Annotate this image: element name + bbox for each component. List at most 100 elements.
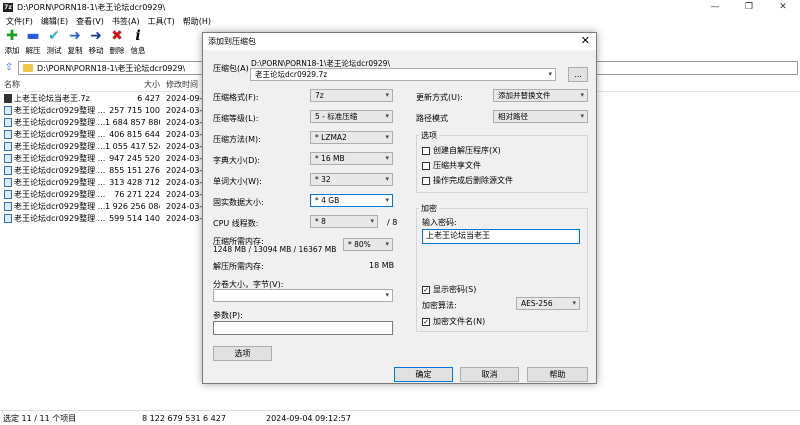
archive-name-value: 老王论坛dcr0929.7z	[255, 70, 328, 79]
dialog-close-icon[interactable]: ✕	[581, 34, 590, 47]
minimize-button[interactable]: —	[698, 0, 732, 14]
threads-select[interactable]: * 8 ▾	[310, 215, 378, 228]
menu-bookmarks[interactable]: 书签(A)	[108, 16, 144, 27]
file-icon	[4, 177, 12, 187]
update-mode-select[interactable]: 添加并替换文件 ▾	[493, 89, 588, 102]
folder-icon	[23, 64, 33, 72]
info-button[interactable]: i 信息	[128, 28, 148, 58]
options-button[interactable]: 选项	[213, 346, 272, 361]
move-button[interactable]: ➜ 移动	[86, 28, 106, 58]
file-name: 老王论坛dcr0929整理 ...	[14, 153, 105, 163]
chevron-down-icon: ▾	[385, 240, 389, 248]
method-select[interactable]: * LZMA2 ▾	[310, 131, 393, 144]
format-select[interactable]: 7z ▾	[310, 89, 393, 102]
split-size-combo[interactable]: ▾	[213, 289, 393, 302]
cancel-button[interactable]: 取消	[460, 367, 519, 382]
dict-select[interactable]: * 16 MB ▾	[310, 152, 393, 165]
archive-file-icon	[4, 93, 12, 103]
chevron-down-icon: ▾	[572, 299, 576, 307]
file-icon	[4, 201, 12, 211]
close-button[interactable]: ✕	[766, 0, 800, 14]
file-size: 1 926 256 084	[105, 201, 160, 211]
word-value: * 32	[315, 175, 331, 184]
chevron-down-icon: ▾	[385, 112, 389, 120]
help-button[interactable]: 帮助	[527, 367, 588, 382]
encryption-method-select[interactable]: AES-256 ▾	[516, 297, 580, 310]
copy-button[interactable]: ➜ 复制	[65, 28, 85, 58]
chevron-down-icon: ▾	[385, 175, 389, 183]
file-icon	[4, 213, 12, 223]
decomp-memory-value: 18 MB	[369, 261, 395, 270]
window-title: D:\PORN\PORN18-1\老王论坛dcr0929\	[17, 2, 166, 12]
menu-tools[interactable]: 工具(T)	[144, 16, 179, 27]
header-name[interactable]: 名称	[0, 79, 105, 90]
file-icon	[4, 153, 12, 163]
password-input[interactable]: 上老王论坛当老王	[422, 229, 580, 244]
info-icon: i	[135, 28, 141, 44]
password-value: 上老王论坛当老王	[426, 231, 490, 240]
menu-edit[interactable]: 编辑(E)	[37, 16, 72, 27]
file-icon	[4, 117, 12, 127]
ok-button[interactable]: 确定	[394, 367, 453, 382]
shared-files-checkbox[interactable]: 压缩共享文件	[422, 160, 481, 171]
word-select[interactable]: * 32 ▾	[310, 173, 393, 186]
move-icon: ➜	[90, 28, 102, 44]
options-group-title: 选项	[419, 130, 439, 141]
path-mode-select[interactable]: 相对路径 ▾	[493, 110, 588, 123]
memory-percent-select[interactable]: * 80% ▾	[343, 238, 393, 251]
params-input[interactable]	[213, 321, 393, 335]
file-size: 406 815 644	[109, 129, 160, 139]
create-sfx-label: 创建自解压程序(X)	[433, 146, 501, 155]
params-label: 参数(P):	[213, 311, 243, 320]
file-name: 老王论坛dcr0929整理 ...	[14, 141, 105, 151]
delete-button[interactable]: ✖ 删除	[107, 28, 127, 58]
solid-value: * 4 GB	[315, 196, 340, 205]
delete-after-checkbox[interactable]: 操作完成后删除源文件	[422, 175, 513, 186]
address-text: D:\PORN\PORN18-1\老王论坛dcr0929\	[37, 63, 186, 73]
file-size: 855 151 276	[109, 165, 160, 175]
level-select[interactable]: 5 - 标准压缩 ▾	[310, 110, 393, 123]
file-name: 老王论坛dcr0929整理 ...	[14, 201, 105, 211]
delete-icon: ✖	[111, 28, 123, 44]
info-label: 信息	[130, 46, 146, 55]
archive-name-combo[interactable]: 老王论坛dcr0929.7z ▾	[250, 68, 556, 81]
password-label: 输入密码:	[422, 218, 457, 227]
chevron-down-icon: ▾	[385, 91, 389, 99]
encrypt-names-label: 加密文件名(N)	[433, 317, 486, 326]
add-button[interactable]: ✚ 添加	[2, 28, 22, 58]
encrypt-names-checkbox[interactable]: ✓ 加密文件名(N)	[422, 316, 485, 327]
maximize-button[interactable]: ❐	[732, 0, 766, 14]
file-size: 76 271 224	[114, 189, 160, 199]
create-sfx-checkbox[interactable]: 创建自解压程序(X)	[422, 145, 501, 156]
chevron-down-icon: ▾	[385, 196, 389, 204]
dict-value: * 16 MB	[315, 154, 345, 163]
test-button[interactable]: ✔ 测试	[44, 28, 64, 58]
extract-label: 解压	[25, 46, 41, 55]
extract-icon: ▬	[26, 28, 40, 44]
chevron-down-icon: ▾	[580, 112, 584, 120]
copy-label: 复制	[67, 46, 83, 55]
file-name: 老王论坛dcr0929整理 ...	[14, 165, 105, 175]
method-value: * LZMA2	[315, 133, 347, 142]
update-mode-value: 添加并替换文件	[498, 91, 551, 100]
file-icon	[4, 141, 12, 151]
decomp-memory-label: 解压所需内存:	[213, 262, 264, 271]
solid-select[interactable]: * 4 GB ▾	[310, 194, 393, 207]
file-name: 老王论坛dcr0929整理 ...	[14, 105, 105, 115]
file-size: 1 055 417 524	[105, 141, 160, 151]
menu-file[interactable]: 文件(F)	[2, 16, 37, 27]
format-value: 7z	[315, 91, 324, 100]
file-name: 上老王论坛当老王.7z	[14, 93, 90, 103]
show-password-checkbox[interactable]: ✓ 显示密码(S)	[422, 284, 476, 295]
extract-button[interactable]: ▬ 解压	[23, 28, 43, 58]
header-size[interactable]: 大小	[105, 79, 160, 90]
add-label: 添加	[4, 46, 20, 55]
file-size: 313 428 712	[109, 177, 160, 187]
browse-button[interactable]: ...	[568, 67, 588, 82]
chevron-down-icon: ▾	[385, 133, 389, 141]
status-selected-size: 6 427	[203, 413, 226, 423]
test-label: 测试	[46, 46, 62, 55]
menu-view[interactable]: 查看(V)	[72, 16, 108, 27]
up-folder-icon[interactable]: ⇧	[2, 61, 16, 75]
menu-help[interactable]: 帮助(H)	[179, 16, 215, 27]
